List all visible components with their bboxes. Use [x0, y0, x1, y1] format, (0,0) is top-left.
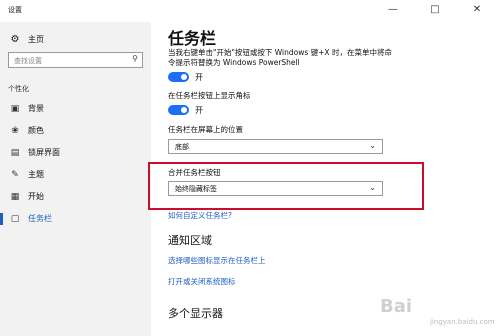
sidebar-item-taskbar[interactable]: ▢ 任务栏: [0, 209, 143, 229]
powershell-toggle[interactable]: [168, 72, 189, 82]
toggle-knob: [181, 107, 187, 113]
sidebar-item-background[interactable]: ▣ 背景: [8, 99, 143, 119]
sidebar: ⚙ 主页 查找设置 ⚲ 个性化 ▣ 背景 ❀ 颜色 ▤ 锁屏界面 ✎ 主题 ▦ …: [0, 22, 151, 336]
window-title: 设置: [8, 6, 22, 14]
sidebar-item-label: 背景: [28, 104, 44, 113]
title-bar: 设置 — □ ✕: [0, 0, 500, 22]
badges-toggle-state: 开: [195, 106, 203, 115]
powershell-description-line1: 当我右键单击"开始"按钮或按下 Windows 键+X 时，在菜单中将命: [168, 48, 392, 57]
sidebar-item-label: 开始: [28, 192, 44, 201]
close-icon: ✕: [472, 4, 482, 15]
position-value: 底部: [175, 143, 189, 151]
lockscreen-icon: ▤: [10, 148, 20, 158]
image-icon: ▣: [10, 104, 20, 114]
watermark-logo: Bai: [380, 296, 413, 317]
sidebar-item-colors[interactable]: ❀ 颜色: [8, 121, 143, 141]
powershell-description-line2: 令提示符替换为 Windows PowerShell: [168, 58, 300, 67]
sidebar-item-themes[interactable]: ✎ 主题: [8, 165, 143, 185]
sidebar-item-label: 主题: [28, 170, 44, 179]
select-icons-link[interactable]: 选择哪些图标显示在任务栏上: [168, 255, 266, 266]
section-title: 个性化: [8, 85, 29, 93]
toggle-knob: [181, 74, 187, 80]
sidebar-item-label: 任务栏: [28, 214, 52, 223]
start-icon: ▦: [10, 192, 20, 202]
taskbar-icon: ▢: [10, 214, 20, 224]
sidebar-item-label: 颜色: [28, 126, 44, 135]
close-button[interactable]: ✕: [462, 1, 492, 19]
page-title: 任务栏: [168, 29, 217, 48]
sidebar-item-home[interactable]: ⚙ 主页: [8, 32, 143, 48]
badges-label: 在任务栏按钮上显示角标: [168, 91, 251, 100]
maximize-icon: □: [430, 4, 440, 15]
customize-taskbar-link[interactable]: 如何自定义任务栏?: [168, 210, 232, 221]
minimize-button[interactable]: —: [378, 1, 408, 19]
highlight-box: [148, 162, 424, 210]
chevron-down-icon: ⌄: [369, 141, 376, 150]
sidebar-item-lockscreen[interactable]: ▤ 锁屏界面: [8, 143, 143, 163]
maximize-button[interactable]: □: [420, 1, 450, 19]
watermark-url: jingyan.baidu.com: [430, 318, 495, 326]
brush-icon: ✎: [11, 170, 19, 180]
active-indicator: [0, 213, 3, 225]
badges-toggle[interactable]: [168, 105, 189, 115]
sidebar-item-start[interactable]: ▦ 开始: [8, 187, 143, 207]
notification-section-title: 通知区域: [168, 234, 212, 247]
position-label: 任务栏在屏幕上的位置: [168, 125, 243, 134]
powershell-toggle-state: 开: [195, 73, 203, 82]
gear-icon: ⚙: [10, 34, 20, 45]
search-input[interactable]: 查找设置 ⚲: [8, 52, 143, 68]
palette-icon: ❀: [11, 126, 19, 136]
multi-display-title: 多个显示器: [168, 307, 223, 320]
sidebar-item-label: 锁屏界面: [28, 148, 60, 157]
search-icon: ⚲: [132, 54, 138, 63]
minimize-icon: —: [388, 4, 398, 15]
system-icons-link[interactable]: 打开或关闭系统图标: [168, 276, 236, 287]
sidebar-item-label: 主页: [28, 35, 44, 44]
position-dropdown[interactable]: 底部 ⌄: [168, 139, 383, 154]
search-placeholder: 查找设置: [14, 57, 42, 65]
